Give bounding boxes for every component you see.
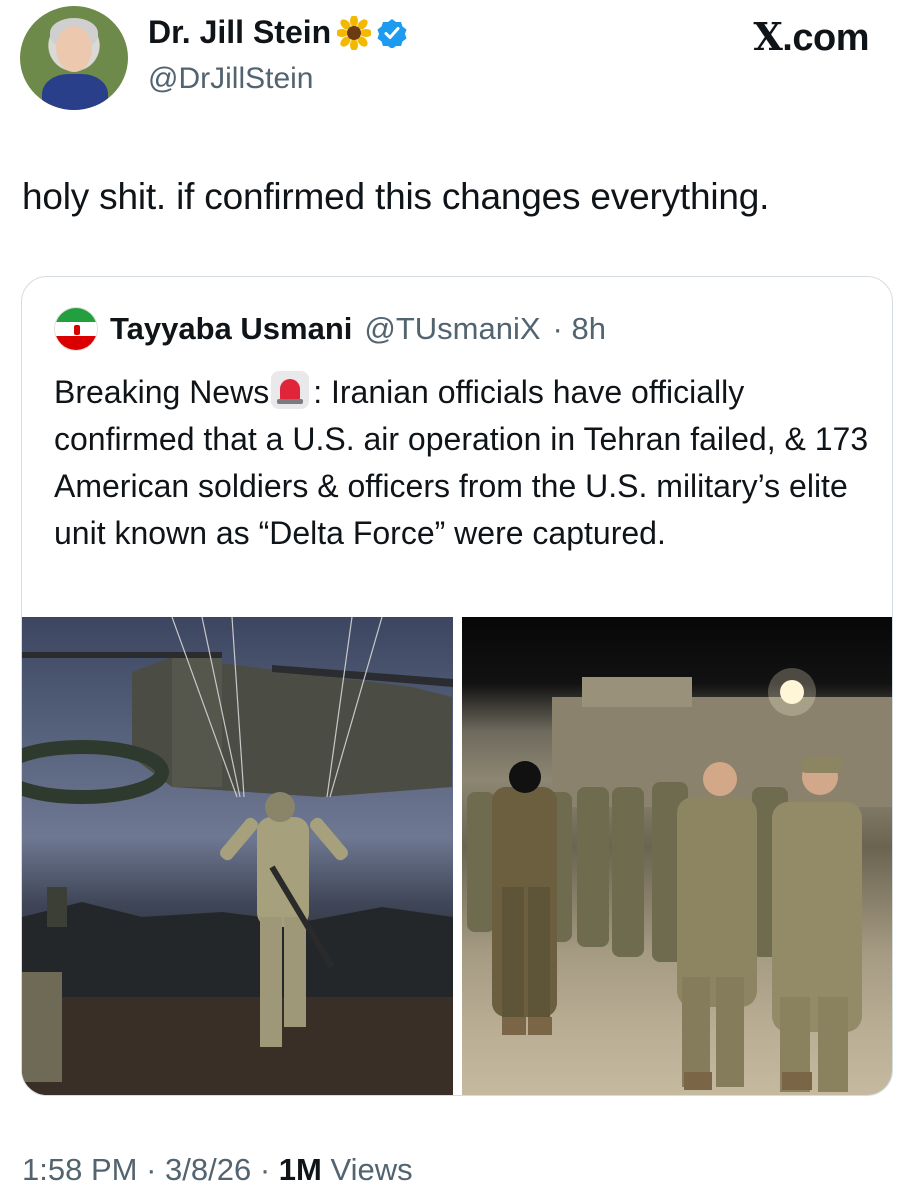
quoted-text-lead: Breaking News (54, 374, 270, 410)
avatar-face (56, 26, 92, 72)
site-watermark: X.com (753, 14, 869, 59)
verified-badge-icon[interactable] (377, 18, 407, 49)
iran-flag-icon[interactable] (54, 307, 98, 351)
tweet-time[interactable]: 1:58 PM (22, 1152, 137, 1187)
siren-icon (271, 371, 310, 409)
quoted-tweet-time: · 8h (552, 311, 606, 346)
tweet-metadata: 1:58 PM · 3/8/26 · 1M Views (22, 1152, 413, 1188)
author-display-name[interactable]: Dr. Jill Stein (148, 14, 331, 51)
quoted-tweet-card[interactable]: Tayyaba Usmani @TUsmaniX · 8h Breaking N… (21, 276, 893, 1096)
avatar-shoulders (42, 74, 108, 110)
author-avatar[interactable] (20, 6, 128, 110)
author-handle[interactable]: @DrJillStein (148, 62, 313, 96)
sunflower-icon (336, 14, 373, 51)
quoted-tweet-text: Breaking News: Iranian officials have of… (54, 369, 874, 557)
quoted-author-name[interactable]: Tayyaba Usmani (110, 311, 352, 347)
tweet-date: · 3/8/26 · (146, 1152, 271, 1187)
paratrooper-scene (22, 617, 453, 1095)
quoted-author-handle[interactable]: @TUsmaniX (364, 311, 540, 347)
marching-scene (467, 668, 892, 1092)
views-label: Views (330, 1152, 413, 1187)
tweet-text: holy shit. if confirmed this changes eve… (22, 176, 770, 217)
photo-soldiers-marching[interactable] (462, 617, 892, 1095)
views-count: 1M (278, 1152, 322, 1187)
photo-paratroopers[interactable] (22, 617, 453, 1095)
quoted-tweet-header: Tayyaba Usmani @TUsmaniX · 8h (54, 307, 606, 351)
author-name-row: Dr. Jill Stein (148, 14, 407, 51)
